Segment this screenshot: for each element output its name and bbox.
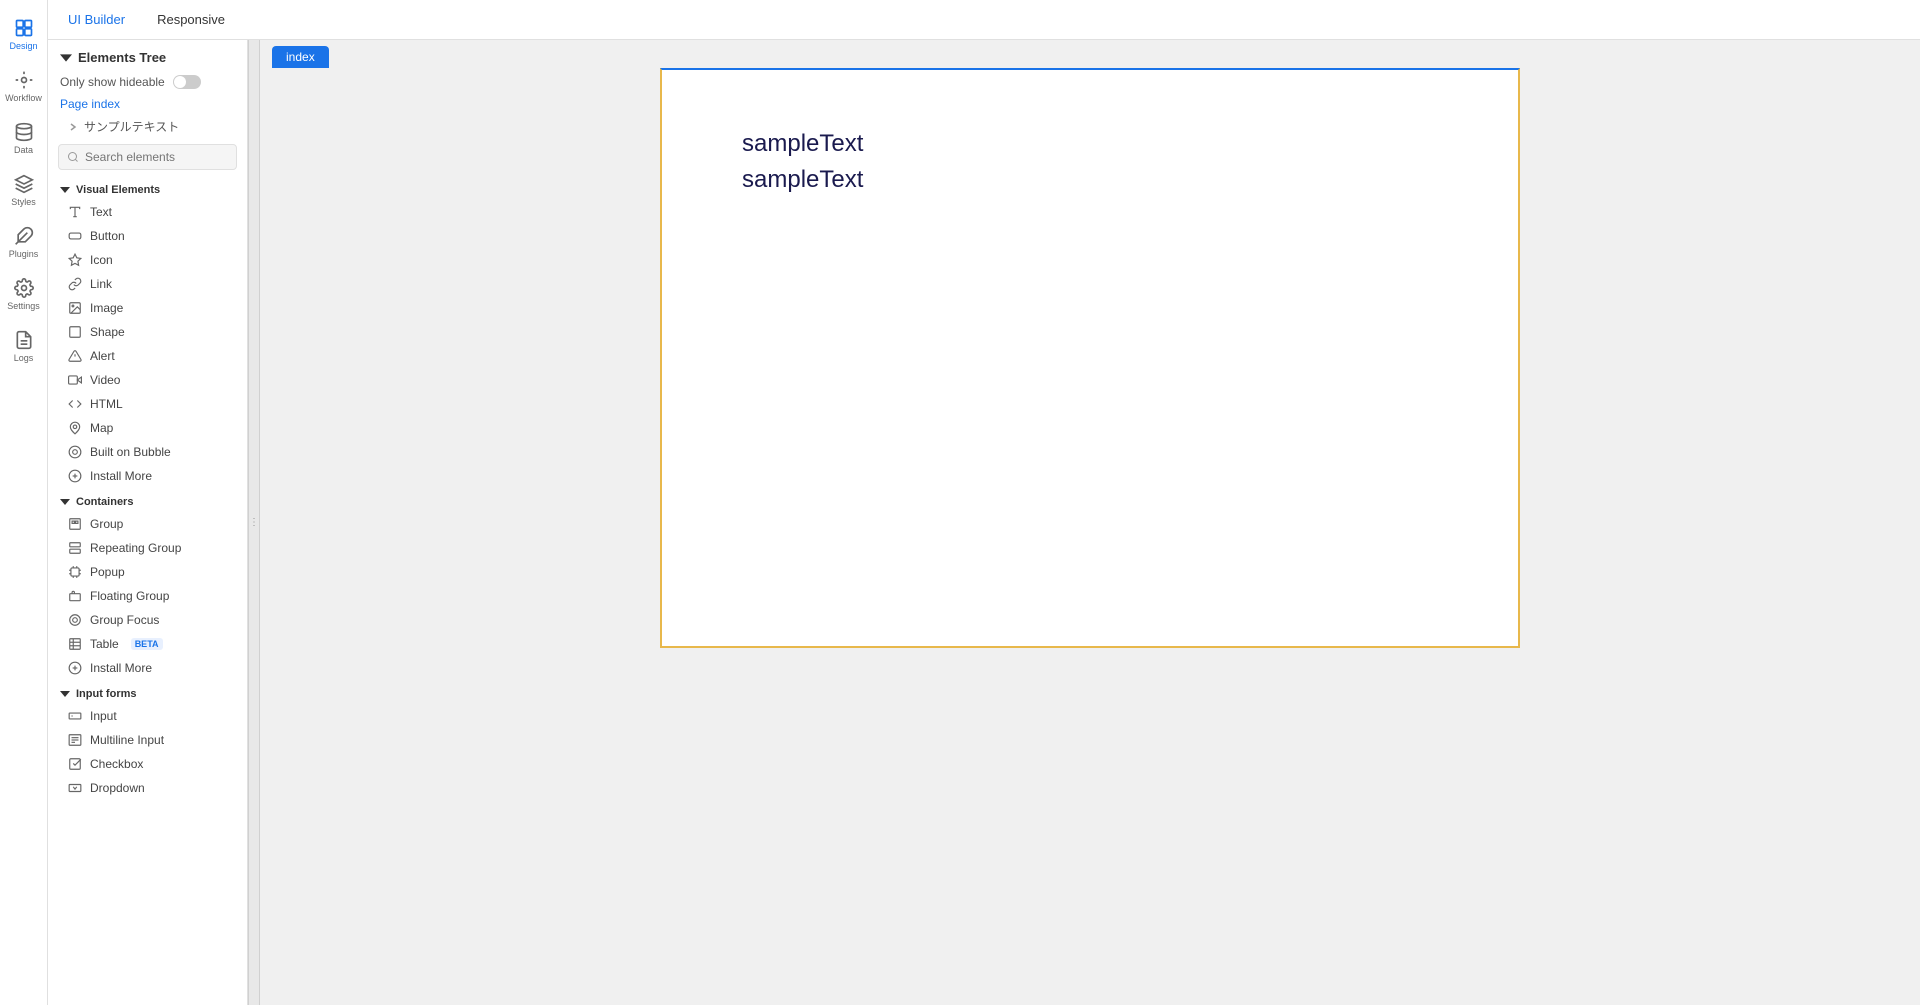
nav-logs[interactable]: Logs (0, 320, 48, 372)
element-dropdown[interactable]: Dropdown (48, 776, 247, 800)
input-icon (68, 709, 82, 723)
map-icon (68, 421, 82, 435)
element-group[interactable]: Group (48, 512, 247, 536)
element-link[interactable]: Link (48, 272, 247, 296)
containers-chevron (60, 497, 70, 507)
input-forms-header[interactable]: Input forms (48, 680, 247, 704)
nav-design[interactable]: Design (0, 8, 48, 60)
shape-icon (68, 325, 82, 339)
elements-tree-label: Elements Tree (78, 50, 166, 65)
table-icon (68, 637, 82, 651)
group-focus-icon (68, 613, 82, 627)
page-index-link[interactable]: Page index (48, 93, 247, 115)
popup-icon (68, 565, 82, 579)
main-content: UI Builder Responsive Elements Tree Only… (48, 0, 1920, 1005)
element-map[interactable]: Map (48, 416, 247, 440)
element-shape[interactable]: Shape (48, 320, 247, 344)
top-bar: UI Builder Responsive (48, 0, 1920, 40)
canvas-tab-bar: index (260, 40, 1920, 68)
search-box (58, 144, 237, 170)
multiline-input-icon (68, 733, 82, 747)
visual-elements-label: Visual Elements (76, 184, 160, 196)
dropdown-icon (68, 781, 82, 795)
text-icon (68, 205, 82, 219)
element-video[interactable]: Video (48, 368, 247, 392)
icon-icon (68, 253, 82, 267)
element-table[interactable]: Table BETA (48, 632, 247, 656)
install-more-containers-icon (68, 661, 82, 675)
containers-label: Containers (76, 496, 133, 508)
canvas-frame[interactable]: sampleText sampleText (660, 68, 1520, 648)
visual-elements-chevron (60, 185, 70, 195)
element-floating-group[interactable]: Floating Group (48, 584, 247, 608)
element-group-focus[interactable]: Group Focus (48, 608, 247, 632)
element-multiline-input[interactable]: Multiline Input (48, 728, 247, 752)
nav-workflow[interactable]: Workflow (0, 60, 48, 112)
element-input[interactable]: Input (48, 704, 247, 728)
element-html[interactable]: HTML (48, 392, 247, 416)
input-forms-label: Input forms (76, 688, 137, 700)
element-popup[interactable]: Popup (48, 560, 247, 584)
element-repeating-group[interactable]: Repeating Group (48, 536, 247, 560)
element-checkbox[interactable]: Checkbox (48, 752, 247, 776)
group-icon (68, 517, 82, 531)
element-text[interactable]: Text (48, 200, 247, 224)
link-icon (68, 277, 82, 291)
nav-plugins[interactable]: Plugins (0, 216, 48, 268)
tab-ui-builder[interactable]: UI Builder (60, 8, 133, 31)
search-icon (67, 151, 79, 163)
canvas-area: index sampleText sampleText (260, 40, 1920, 1005)
sample-text-1: sampleText (742, 130, 1438, 158)
button-icon (68, 229, 82, 243)
element-icon[interactable]: Icon (48, 248, 247, 272)
element-built-on-bubble[interactable]: Built on Bubble (48, 440, 247, 464)
checkbox-icon (68, 757, 82, 771)
containers-header[interactable]: Containers (48, 488, 247, 512)
install-more-ve-icon (68, 469, 82, 483)
video-icon (68, 373, 82, 387)
search-input[interactable] (85, 150, 228, 164)
sidebar-resize-handle[interactable]: ⋮ (248, 40, 260, 1005)
page-node-sample[interactable]: サンプルテキスト (48, 115, 247, 138)
element-image[interactable]: Image (48, 296, 247, 320)
floating-group-icon (68, 589, 82, 603)
nav-styles[interactable]: Styles (0, 164, 48, 216)
repeating-group-icon (68, 541, 82, 555)
element-button[interactable]: Button (48, 224, 247, 248)
image-icon (68, 301, 82, 315)
tab-responsive[interactable]: Responsive (149, 8, 233, 31)
elements-tree-header: Elements Tree (48, 40, 247, 71)
nav-settings[interactable]: Settings (0, 268, 48, 320)
element-alert[interactable]: Alert (48, 344, 247, 368)
nav-data[interactable]: Data (0, 112, 48, 164)
element-install-more-containers[interactable]: Install More (48, 656, 247, 680)
alert-icon (68, 349, 82, 363)
visual-elements-header[interactable]: Visual Elements (48, 176, 247, 200)
element-install-more-ve[interactable]: Install More (48, 464, 247, 488)
left-nav: Design Workflow Data Styles Plugins (0, 0, 48, 1005)
only-show-hideable-toggle[interactable] (173, 75, 201, 89)
input-forms-chevron (60, 689, 70, 699)
content-area: Elements Tree Only show hideable Page in… (48, 40, 1920, 1005)
sample-text-2: sampleText (742, 166, 1438, 194)
sidebar: Elements Tree Only show hideable Page in… (48, 40, 248, 1005)
table-beta-badge: BETA (131, 638, 163, 650)
built-on-bubble-icon (68, 445, 82, 459)
only-show-hideable-label: Only show hideable (60, 75, 165, 89)
only-show-hideable-row: Only show hideable (48, 71, 247, 93)
canvas-wrapper: sampleText sampleText (260, 68, 1920, 1005)
canvas-tab-index[interactable]: index (272, 46, 329, 68)
canvas-content: sampleText sampleText (662, 70, 1518, 254)
html-icon (68, 397, 82, 411)
page-node-label: サンプルテキスト (84, 118, 179, 135)
